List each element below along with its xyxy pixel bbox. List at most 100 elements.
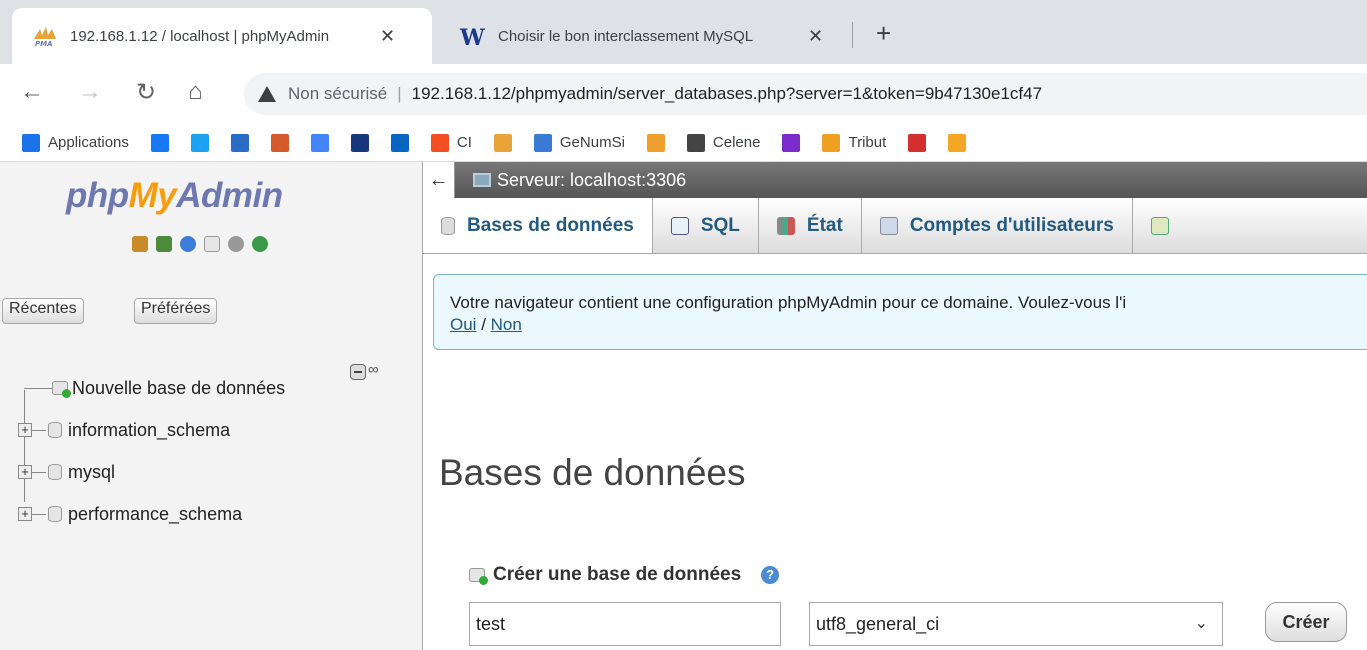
tab-label: État	[806, 215, 843, 236]
db-name-input[interactable]	[469, 602, 781, 646]
bookmark-shield-red[interactable]	[908, 133, 927, 152]
tab-label: SQL	[700, 215, 740, 236]
notice-text: Votre navigateur contient une configurat…	[450, 293, 1127, 312]
tab-label: Comptes d'utilisateurs	[909, 215, 1114, 236]
bookmark-trello[interactable]	[646, 133, 665, 152]
phpmyadmin-logo[interactable]: phpMyAdmin	[66, 176, 283, 216]
logo-my: My	[128, 176, 177, 215]
bookmark-outlook[interactable]	[390, 133, 409, 152]
tab-databases[interactable]: Bases de données	[423, 198, 653, 253]
tab-strip: PMA 192.168.1.12 / localhost | phpMyAdmi…	[0, 0, 1367, 64]
reload-icon[interactable]	[252, 236, 268, 252]
collation-select[interactable]: utf8_general_ci ⌄	[809, 602, 1223, 646]
bookmark-pma-bookmark[interactable]	[493, 133, 512, 152]
bookmark-label: Celene	[712, 134, 761, 151]
tab-user-accounts[interactable]: Comptes d'utilisateurs	[862, 198, 1133, 253]
tab-title: Choisir le bon interclassement MySQL	[498, 27, 754, 45]
address-bar[interactable]: Non sécurisé | 192.168.1.12/phpmyadmin/s…	[244, 73, 1367, 115]
server-icon	[473, 173, 491, 187]
home-icon[interactable]	[132, 236, 148, 252]
bookmark-sti[interactable]	[948, 133, 967, 152]
omnibox-divider: |	[397, 84, 402, 103]
bookmark-ci[interactable]: CI	[430, 133, 472, 152]
link-icon[interactable]: ∞	[368, 361, 379, 378]
bookmark-label: CI	[456, 134, 472, 151]
settings-icon[interactable]	[228, 236, 244, 252]
tree-connector	[32, 513, 46, 515]
create-button[interactable]: Créer	[1265, 602, 1347, 642]
tab-interclassement[interactable]: W Choisir le bon interclassement MySQL ✕	[440, 8, 850, 64]
tree-connector	[32, 429, 46, 431]
export-icon	[1150, 217, 1169, 235]
recent-button[interactable]: Récentes	[2, 298, 84, 324]
tree-item-performance-schema[interactable]: + performance_schema	[14, 502, 242, 526]
tree-item-label: mysql	[68, 461, 116, 482]
warning-icon	[258, 86, 276, 102]
tab-status[interactable]: État	[759, 198, 862, 253]
chevron-down-icon: ⌄	[1194, 615, 1208, 632]
tree-item-label: information_schema	[68, 419, 231, 440]
tab-export[interactable]	[1133, 198, 1199, 253]
reload-icon[interactable]: ↻	[136, 78, 156, 107]
collapse-panel-icon[interactable]: ←	[423, 162, 455, 198]
tab-label: Bases de données	[467, 215, 634, 236]
bookmark-apps-grid[interactable]: Applications	[22, 133, 129, 152]
close-tab-icon[interactable]: ✕	[808, 26, 823, 47]
forward-arrow-icon[interactable]: →	[78, 78, 102, 106]
close-tab-icon[interactable]: ✕	[380, 26, 395, 47]
tree-item-mysql[interactable]: + mysql	[14, 460, 115, 484]
home-icon[interactable]: ⌂	[188, 78, 203, 106]
bookmark-pencil[interactable]	[270, 133, 289, 152]
bookmark-google[interactable]	[310, 133, 329, 152]
help-icon[interactable]: ?	[761, 566, 780, 584]
database-icon	[48, 422, 62, 438]
sti-icon	[948, 133, 967, 152]
tree-item-new-db[interactable]: Nouvelle base de données	[24, 376, 285, 400]
expand-icon[interactable]: +	[18, 507, 32, 521]
bookmark-dsm[interactable]	[230, 133, 249, 152]
collation-value: utf8_general_ci	[816, 613, 940, 634]
bookmark-genumsi[interactable]: GeNumSi	[533, 133, 625, 152]
server-link[interactable]: Serveur: localhost:3306	[497, 170, 686, 191]
pencil-icon	[270, 133, 289, 152]
users-icon	[879, 217, 898, 235]
tree-item-information-schema[interactable]: + information_schema	[14, 418, 230, 442]
navigation-panel: phpMyAdmin Récentes Préférées ∞ Nouvelle…	[0, 162, 422, 650]
tab-phpmyadmin[interactable]: PMA 192.168.1.12 / localhost | phpMyAdmi…	[12, 8, 432, 64]
expand-icon[interactable]: +	[18, 423, 32, 437]
docs-icon[interactable]	[204, 236, 220, 252]
bookmark-twitter[interactable]	[190, 133, 209, 152]
help-icon[interactable]	[180, 236, 196, 252]
browser-toolbar: ← → ↻ ⌂ Non sécurisé | 192.168.1.12/phpm…	[0, 64, 1367, 124]
database-icon	[441, 217, 455, 235]
tree-line	[24, 390, 25, 502]
bookmark-m[interactable]	[782, 133, 801, 152]
bookmark-label: Tribut	[848, 134, 887, 151]
bookmark-facebook[interactable]	[150, 133, 169, 152]
apps-grid-icon	[22, 133, 40, 152]
favorites-button[interactable]: Préférées	[134, 298, 218, 324]
m-icon	[782, 133, 801, 152]
bookmark-label: GeNumSi	[559, 134, 625, 151]
logout-icon[interactable]	[156, 236, 172, 252]
collapse-all-icon[interactable]	[350, 364, 366, 380]
server-breadcrumb: ← Serveur: localhost:3306	[423, 162, 1367, 198]
bookmark-celene[interactable]: Celene	[686, 133, 761, 152]
tab-sql[interactable]: SQL	[653, 198, 759, 253]
notice-yes-link[interactable]: Oui	[450, 315, 476, 334]
tab-separator	[852, 22, 853, 48]
back-arrow-icon[interactable]: ←	[20, 78, 44, 106]
expand-icon[interactable]: +	[18, 465, 32, 479]
tree-item-label: Nouvelle base de données	[72, 377, 286, 398]
celene-icon	[686, 133, 705, 152]
outlook-icon	[390, 133, 409, 152]
create-db-text: Créer une base de données	[493, 564, 742, 585]
new-tab-button[interactable]: +	[876, 18, 891, 49]
dsm-icon	[230, 133, 249, 152]
notice-no-link[interactable]: Non	[491, 315, 522, 334]
security-label: Non sécurisé	[288, 84, 388, 103]
ci-icon	[430, 133, 449, 152]
bookmark-ge[interactable]	[350, 133, 369, 152]
google-icon	[310, 133, 329, 152]
bookmark-tribut[interactable]: Tribut	[822, 133, 887, 152]
